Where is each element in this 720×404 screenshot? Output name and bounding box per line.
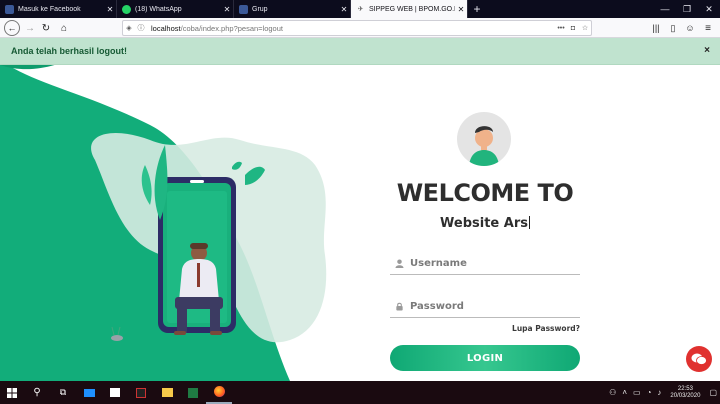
close-tab-icon[interactable]: ✕ [221, 5, 233, 14]
clock-time: 22:53 [677, 385, 693, 392]
address-bar[interactable]: ◈ ⓘ localhost/coba/index.php?pesan=logou… [122, 20, 592, 36]
facebook-icon [5, 4, 14, 14]
minimize-button[interactable]: — [654, 0, 676, 18]
new-tab-button[interactable]: + [468, 0, 486, 18]
password-input[interactable] [406, 301, 566, 312]
close-tab-icon[interactable]: ✕ [104, 5, 116, 14]
tab-title: Grup [252, 5, 268, 13]
notification-icon[interactable]: ▢ [709, 388, 717, 397]
store-app-button[interactable] [102, 381, 128, 404]
sidebar-icon[interactable]: ▯ [665, 20, 681, 36]
tab-facebook[interactable]: Masuk ke Facebook ✕ [0, 0, 117, 18]
chat-icon [691, 353, 707, 365]
folder-icon [161, 388, 173, 397]
firefox-icon [213, 386, 225, 397]
reload-button[interactable]: ↻ [38, 20, 54, 36]
library-icon[interactable]: ||| [648, 20, 664, 36]
excel-app-button[interactable] [180, 381, 206, 404]
window-close-button[interactable]: ✕ [698, 0, 720, 18]
url-text[interactable]: localhost/coba/index.php?pesan=logout [147, 24, 555, 33]
firefox-app-button[interactable] [206, 381, 232, 404]
page-actions-icon[interactable]: ••• [555, 25, 567, 32]
maximize-button[interactable]: ❐ [676, 0, 698, 18]
menu-icon[interactable]: ≡ [700, 20, 716, 36]
people-icon[interactable]: ⚇ [609, 388, 616, 397]
clock[interactable]: 22:53 20/03/2020 [670, 386, 700, 400]
excel-icon [188, 387, 198, 398]
search-button[interactable]: ⚲ [24, 381, 50, 404]
login-button[interactable]: LOGIN [390, 345, 580, 371]
close-tab-icon[interactable]: ✕ [338, 5, 350, 14]
task-view-icon: ⧉ [59, 387, 67, 397]
app-button[interactable] [128, 381, 154, 404]
chat-widget-button[interactable] [686, 346, 712, 372]
lock-icon [392, 302, 406, 311]
mail-app-button[interactable] [76, 381, 102, 404]
pocket-icon[interactable]: ◘ [567, 25, 579, 32]
avatar [457, 112, 511, 166]
user-avatar-icon [469, 126, 499, 166]
info-icon[interactable]: ⓘ [135, 23, 147, 33]
logout-alert: Anda telah berhasil logout! × [0, 38, 720, 65]
close-tab-icon[interactable]: ✕ [455, 5, 467, 14]
mail-icon [83, 388, 95, 397]
illustration [0, 65, 327, 381]
store-icon [110, 388, 120, 397]
home-button[interactable]: ⌂ [56, 20, 72, 36]
bookmark-star-icon[interactable]: ☆ [579, 24, 591, 32]
back-button[interactable]: ← [4, 20, 20, 36]
navigation-toolbar: ← → ↻ ⌂ ◈ ⓘ localhost/coba/index.php?pes… [0, 18, 720, 38]
forward-button[interactable]: → [22, 20, 38, 36]
search-icon: ⚲ [33, 387, 41, 398]
app-icon [136, 387, 146, 398]
tab-title: (18) WhatsApp [135, 5, 182, 13]
chevron-up-icon[interactable]: ˄ [622, 388, 627, 397]
windows-start-button[interactable] [0, 381, 24, 404]
tab-grup[interactable]: Grup ✕ [234, 0, 351, 18]
facebook-icon [239, 4, 248, 14]
file-explorer-button[interactable] [154, 381, 180, 404]
system-tray: ⚇ ˄ ▭ ◔ ♪ 22:53 20/03/2020 ▢ [606, 381, 720, 404]
tab-whatsapp[interactable]: (18) WhatsApp ✕ [117, 0, 234, 18]
battery-icon[interactable]: ▭ [633, 388, 641, 397]
password-field[interactable] [390, 296, 580, 318]
tab-title: SIPPEG WEB | BPOM.GO.ID [369, 5, 455, 13]
page-icon: ✈ [357, 5, 364, 13]
forgot-password-link[interactable]: Lupa Password? [470, 324, 580, 333]
volume-icon[interactable]: ♪ [657, 388, 661, 397]
alert-close-button[interactable]: × [704, 45, 710, 56]
clock-date: 20/03/2020 [670, 392, 701, 399]
welcome-heading: WELCOME TO [396, 179, 574, 207]
username-field[interactable] [390, 253, 580, 275]
tab-title: Masuk ke Facebook [18, 5, 81, 13]
username-input[interactable] [406, 258, 566, 269]
site-subtitle: Website Ars [440, 216, 530, 231]
account-icon[interactable]: ☺ [682, 20, 698, 36]
shield-icon[interactable]: ◈ [123, 24, 135, 32]
network-icon[interactable]: ◔ [647, 388, 652, 397]
tab-strip: Masuk ke Facebook ✕ (18) WhatsApp ✕ Grup… [0, 0, 720, 18]
login-page: WELCOME TO Website Ars Lupa Password? LO… [0, 65, 720, 381]
whatsapp-icon [122, 4, 131, 14]
windows-icon [7, 387, 17, 398]
user-icon [392, 259, 406, 268]
tab-sippeg[interactable]: ✈ SIPPEG WEB | BPOM.GO.ID ✕ [351, 0, 468, 18]
task-view-button[interactable]: ⧉ [50, 381, 76, 404]
alert-message: Anda telah berhasil logout! [11, 46, 128, 56]
